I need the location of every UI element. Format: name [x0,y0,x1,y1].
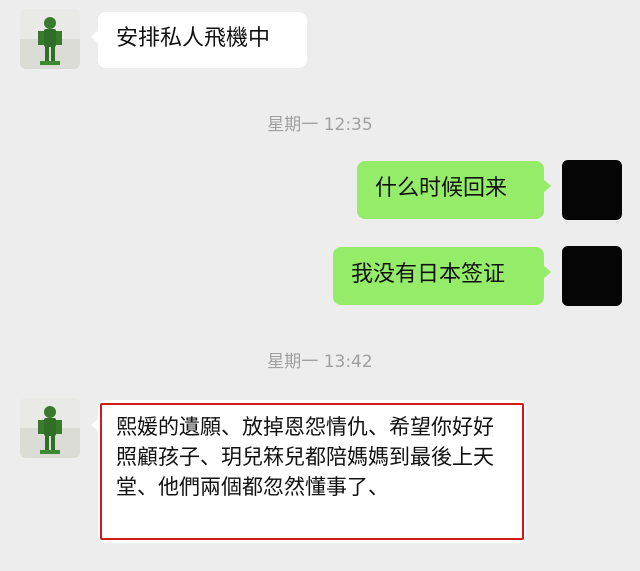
contact-avatar[interactable] [20,398,80,458]
outgoing-message-bubble[interactable]: 我没有日本签证 [333,247,551,305]
message-text: 安排私人飛機中 [116,26,271,51]
user-avatar[interactable] [562,246,622,306]
message-text: 熙媛的遺願、放掉恩怨情仇、希望你好好照顧孩子、玥兒箖兒都陪媽媽到最後上天堂、他們… [116,415,494,499]
toy-soldier-avatar-icon [20,398,80,458]
user-avatar[interactable] [562,160,622,220]
message-text: 什么时候回来 [375,176,508,201]
toy-soldier-avatar-icon [20,9,80,69]
incoming-message-bubble[interactable]: 安排私人飛機中 [91,12,307,68]
timestamp: 星期一 13:42 [267,352,373,372]
outgoing-message-bubble[interactable]: 什么时候回来 [357,161,551,219]
timestamp: 星期一 12:35 [267,115,373,135]
incoming-message-bubble[interactable]: 熙媛的遺願、放掉恩怨情仇、希望你好好照顧孩子、玥兒箖兒都陪媽媽到最後上天堂、他們… [91,400,526,543]
message-text: 我没有日本签证 [351,262,506,287]
contact-avatar[interactable] [20,9,80,69]
